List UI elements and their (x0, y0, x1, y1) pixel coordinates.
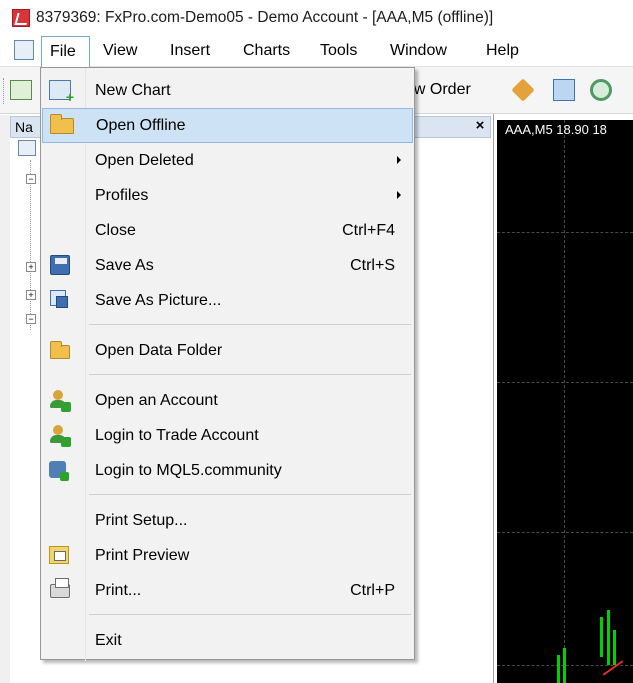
menu-item-open-data-folder[interactable]: Open Data Folder (41, 333, 414, 368)
menu-item-label: Save As (95, 257, 154, 274)
submenu-arrow-icon (397, 156, 401, 164)
menu-item-save-as[interactable]: Save As Ctrl+S (41, 248, 414, 283)
folder-open-icon (50, 114, 74, 134)
menu-item-label: Login to MQL5.community (95, 462, 282, 479)
menu-item-shortcut: Ctrl+F4 (342, 222, 395, 239)
menu-item-label: Exit (95, 632, 122, 649)
toolbar-grip[interactable] (3, 78, 6, 104)
menu-item-close[interactable]: Close Ctrl+F4 (41, 213, 414, 248)
menu-item-exit[interactable]: Exit (41, 623, 414, 658)
menu-item-label: Profiles (95, 187, 149, 204)
plus-badge-icon (61, 402, 71, 412)
candle (600, 617, 603, 657)
menu-item-save-as-picture[interactable]: Save As Picture... (41, 283, 414, 318)
menu-separator (89, 374, 411, 375)
auto-trading-icon[interactable] (553, 79, 575, 101)
menu-view[interactable]: View (95, 36, 145, 66)
menu-insert[interactable]: Insert (162, 36, 218, 66)
grid-line (497, 382, 633, 383)
menu-item-open-offline[interactable]: Open Offline (42, 108, 413, 143)
menu-item-login-trade-account[interactable]: Login to Trade Account (41, 418, 414, 453)
print-preview-icon (49, 546, 69, 564)
menu-item-label: Open Deleted (95, 152, 194, 169)
menu-item-print-setup[interactable]: Print Setup... (41, 503, 414, 538)
signals-icon[interactable] (590, 79, 612, 101)
menu-item-label: Open Data Folder (95, 342, 223, 359)
candle (607, 610, 610, 665)
save-icon (50, 255, 70, 275)
login-icon (49, 425, 71, 447)
candle (563, 648, 566, 683)
menu-separator (89, 614, 411, 615)
new-chart-icon (49, 80, 74, 105)
tree-collapse-node[interactable]: − (26, 174, 36, 184)
menu-item-open-account[interactable]: Open an Account (41, 383, 414, 418)
save-picture-icon (50, 290, 68, 308)
printer-icon (50, 578, 70, 598)
menu-separator (89, 324, 411, 325)
tree-connector (30, 160, 31, 330)
chart-symbol-label: AAA,M5 18.90 18 (505, 122, 607, 137)
candle (613, 630, 616, 665)
menu-item-label: Print Setup... (95, 512, 188, 529)
menu-item-label: Print Preview (95, 547, 190, 564)
open-account-icon (49, 390, 71, 412)
menu-item-shortcut: Ctrl+S (350, 257, 395, 274)
navigator-edge (0, 115, 10, 683)
price-chart[interactable]: AAA,M5 18.90 18 (497, 120, 633, 683)
app-logo-icon (12, 9, 30, 27)
menu-separator (89, 494, 411, 495)
tree-root-icon (18, 140, 36, 156)
menu-item-label: Print... (95, 582, 142, 599)
tree-collapse-node[interactable]: − (26, 314, 36, 324)
menu-window[interactable]: Window (382, 36, 455, 66)
menu-item-label: Open Offline (96, 117, 186, 134)
grid-line (564, 120, 565, 683)
menu-item-print-preview[interactable]: Print Preview (41, 538, 414, 573)
candle (557, 655, 560, 683)
new-chart-toolbar-icon[interactable] (10, 80, 32, 100)
menu-help[interactable]: Help (478, 36, 527, 66)
mql5-icon (49, 461, 69, 481)
menu-item-shortcut: Ctrl+P (350, 582, 395, 599)
title-bar: 8379369: FxPro.com-Demo05 - Demo Account… (0, 0, 633, 36)
menu-item-open-deleted[interactable]: Open Deleted (41, 143, 414, 178)
menu-charts[interactable]: Charts (235, 36, 298, 66)
menu-item-label: Close (95, 222, 136, 239)
tree-expand-node[interactable]: + (26, 290, 36, 300)
menu-item-login-mql5[interactable]: Login to MQL5.community (41, 453, 414, 488)
tree-expand-node[interactable]: + (26, 262, 36, 272)
menu-item-label: Login to Trade Account (95, 427, 259, 444)
menu-item-profiles[interactable]: Profiles (41, 178, 414, 213)
menu-item-print[interactable]: Print... Ctrl+P (41, 573, 414, 608)
grid-line (497, 232, 633, 233)
folder-icon (50, 341, 70, 359)
menu-item-label: Save As Picture... (95, 292, 222, 309)
submenu-arrow-icon (397, 191, 401, 199)
arrow-badge-icon (61, 437, 71, 447)
menu-item-label: Open an Account (95, 392, 218, 409)
menu-tools[interactable]: Tools (312, 36, 365, 66)
navigator-close-button[interactable]: × (471, 115, 489, 137)
menu-item-label: New Chart (95, 82, 171, 99)
window-title: 8379369: FxPro.com-Demo05 - Demo Account… (36, 9, 494, 26)
grid-line (497, 532, 633, 533)
menu-file[interactable]: File (41, 36, 90, 68)
file-menu-dropdown: New Chart Open Offline Open Deleted Prof… (40, 67, 415, 661)
menu-item-new-chart[interactable]: New Chart (41, 73, 414, 108)
document-icon[interactable] (14, 40, 34, 60)
